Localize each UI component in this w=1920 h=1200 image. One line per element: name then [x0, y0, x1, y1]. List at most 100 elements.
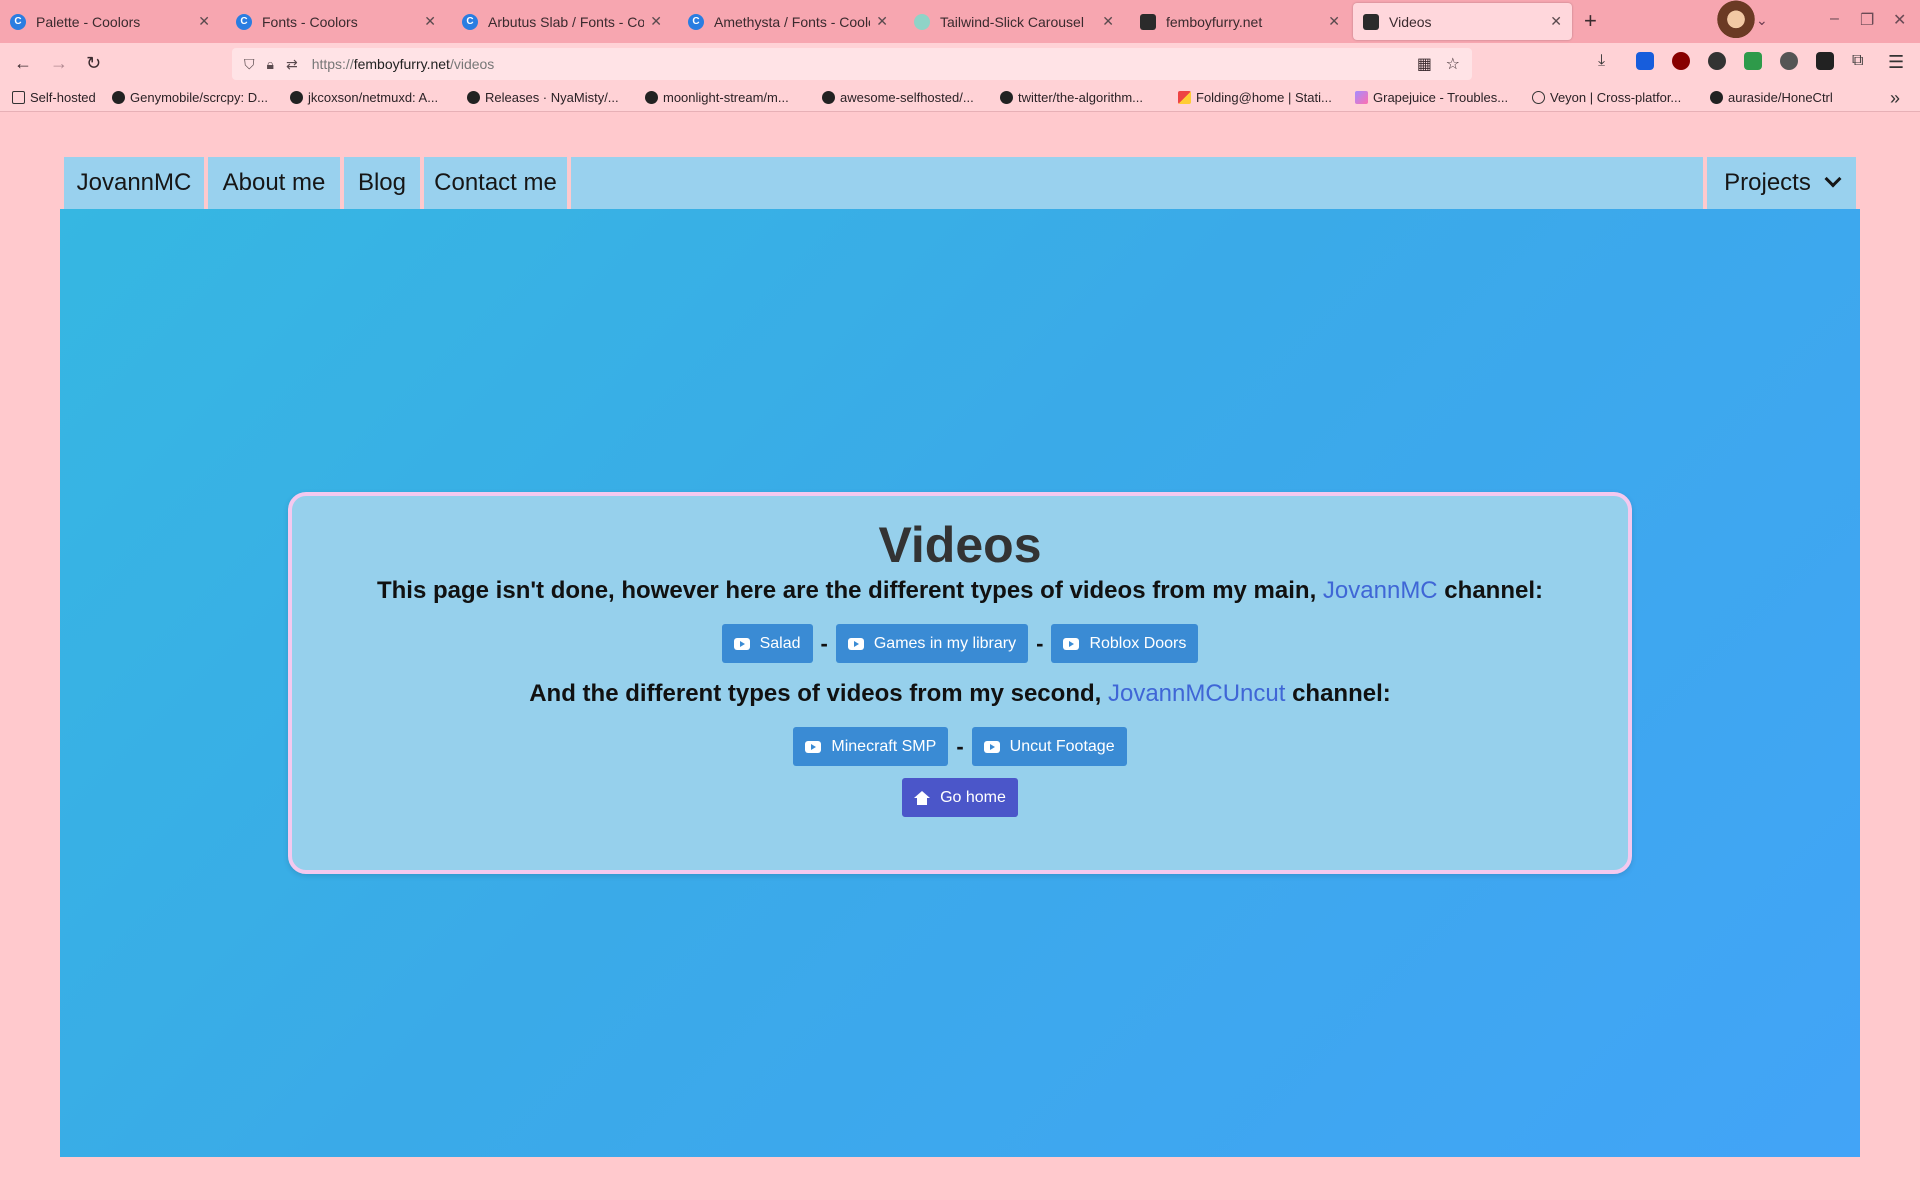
- site-favicon-icon: [1363, 13, 1379, 30]
- bookmark-label: Genymobile/scrcpy: D...: [130, 90, 268, 105]
- new-tab-icon[interactable]: +: [1584, 8, 1597, 34]
- nav-about-label: About me: [222, 169, 326, 196]
- tab-femboyfurry[interactable]: femboyfurry.net ✕: [1130, 3, 1350, 40]
- main-channel-text: This page isn't done, however here are t…: [292, 576, 1628, 606]
- github-icon: [1000, 91, 1013, 104]
- bookmark-star-icon[interactable]: ☆: [1446, 54, 1460, 74]
- chevron-down-icon[interactable]: ⌄: [1756, 12, 1768, 29]
- close-icon[interactable]: ✕: [424, 13, 436, 30]
- bookmarks-overflow-icon[interactable]: »: [1890, 88, 1900, 109]
- coolors-icon: C: [462, 13, 478, 30]
- profile-avatar[interactable]: [1716, 0, 1756, 43]
- tab-title: Palette - Coolors: [36, 13, 141, 30]
- bookmark-item[interactable]: Grapejuice - Troubles...: [1355, 90, 1508, 105]
- bookmark-item[interactable]: Folding@home | Stati...: [1178, 90, 1332, 105]
- github-icon: [1710, 91, 1723, 104]
- page-title: Videos: [878, 517, 1042, 573]
- close-icon[interactable]: ✕: [650, 13, 662, 30]
- extension-grid-icon[interactable]: [1816, 52, 1834, 70]
- tab-amethysta[interactable]: C Amethysta / Fonts - Coolors ✕: [678, 3, 898, 40]
- nav-projects-label: Projects: [1724, 169, 1811, 196]
- extension-translate-icon[interactable]: [1780, 52, 1798, 70]
- roblox-doors-button[interactable]: Roblox Doors: [1051, 624, 1199, 663]
- close-icon[interactable]: ✕: [1102, 13, 1114, 30]
- shield-icon[interactable]: ⛉: [244, 56, 255, 73]
- reload-icon[interactable]: ↻: [86, 53, 101, 74]
- uncut-footage-button[interactable]: Uncut Footage: [971, 727, 1127, 766]
- site-favicon-icon: [1140, 13, 1156, 30]
- second-channel-link[interactable]: JovannMCUncut: [1108, 680, 1285, 707]
- bookmark-item[interactable]: auraside/HoneCtrl: [1710, 90, 1833, 105]
- coolors-icon: C: [10, 13, 26, 30]
- close-icon[interactable]: ✕: [1550, 13, 1562, 30]
- second-intro-suffix: channel:: [1285, 680, 1391, 707]
- extension-icon[interactable]: [1708, 52, 1726, 70]
- tab-fonts[interactable]: C Fonts - Coolors ✕: [226, 3, 446, 40]
- back-icon[interactable]: ←: [14, 53, 32, 74]
- tab-title: Tailwind-Slick Carousel: [940, 13, 1084, 30]
- bookmark-folder[interactable]: Self-hosted: [12, 90, 96, 105]
- bookmark-label: moonlight-stream/m...: [663, 90, 789, 105]
- minecraft-smp-button[interactable]: Minecraft SMP: [793, 727, 949, 766]
- intro-suffix: channel:: [1437, 577, 1543, 604]
- nav-about[interactable]: About me: [208, 157, 344, 209]
- close-icon[interactable]: ✕: [198, 13, 210, 30]
- menu-icon[interactable]: ☰: [1888, 52, 1906, 72]
- youtube-icon: [847, 637, 864, 650]
- qr-code-icon[interactable]: ▦: [1417, 54, 1432, 74]
- nav-blog-label: Blog: [357, 169, 407, 196]
- second-channel-text: And the different types of videos from m…: [292, 679, 1628, 709]
- youtube-icon: [733, 637, 750, 650]
- bookmark-item[interactable]: awesome-selfhosted/...: [822, 90, 974, 105]
- bookmark-label: Self-hosted: [30, 90, 96, 105]
- url-text[interactable]: https://femboyfurry.net/videos: [312, 56, 495, 72]
- bookmark-item[interactable]: Releases · NyaMisty/...: [467, 90, 619, 105]
- button-label: Uncut Footage: [1009, 737, 1115, 755]
- url-host: femboyfurry.net: [353, 56, 450, 72]
- button-label: Go home: [940, 788, 1006, 806]
- puzzle-icon[interactable]: ⧉: [1852, 52, 1870, 70]
- minimize-icon[interactable]: –: [1830, 10, 1839, 28]
- games-in-my-library-button[interactable]: Games in my library: [835, 624, 1029, 663]
- extension-green-icon[interactable]: [1744, 52, 1762, 70]
- bookmark-label: auraside/HoneCtrl: [1728, 90, 1833, 105]
- close-window-icon[interactable]: ✕: [1893, 10, 1906, 30]
- github-icon: [467, 91, 480, 104]
- permissions-icon[interactable]: ⇄: [286, 56, 298, 73]
- nav-projects-dropdown[interactable]: Projects: [1703, 157, 1856, 209]
- openai-icon: [914, 13, 930, 30]
- address-bar[interactable]: ⛉ 🔒︎ ⇄ https://femboyfurry.net/videos ▦ …: [232, 48, 1472, 80]
- bookmark-label: Folding@home | Stati...: [1196, 90, 1332, 105]
- nav-contact[interactable]: Contact me: [424, 157, 571, 209]
- main-channel-link[interactable]: JovannMC: [1323, 577, 1438, 604]
- tab-title: Fonts - Coolors: [262, 13, 358, 30]
- github-icon: [112, 91, 125, 104]
- close-icon[interactable]: ✕: [1328, 13, 1340, 30]
- go-home-button[interactable]: Go home: [902, 778, 1018, 817]
- salad-button[interactable]: Salad: [721, 624, 813, 663]
- downloads-icon[interactable]: ⤓: [1598, 52, 1616, 70]
- second-intro-text: And the different types of videos from m…: [529, 680, 1108, 707]
- tab-arbutus[interactable]: C Arbutus Slab / Fonts - Coolors ✕: [452, 3, 672, 40]
- forward-icon[interactable]: →: [50, 53, 68, 74]
- nav-brand-label: JovannMC: [76, 169, 192, 196]
- url-scheme: https://: [311, 56, 354, 72]
- nav-brand[interactable]: JovannMC: [64, 157, 208, 209]
- lock-icon[interactable]: 🔒︎: [267, 56, 274, 73]
- tab-tailwind[interactable]: Tailwind-Slick Carousel ✕: [904, 3, 1124, 40]
- button-label: Salad: [759, 634, 801, 652]
- bookmark-item[interactable]: twitter/the-algorithm...: [1000, 90, 1143, 105]
- bookmark-item[interactable]: Genymobile/scrcpy: D...: [112, 90, 268, 105]
- bitwarden-icon[interactable]: [1636, 52, 1654, 70]
- youtube-icon: [1063, 637, 1080, 650]
- close-icon[interactable]: ✕: [876, 13, 888, 30]
- bookmark-item[interactable]: jkcoxson/netmuxd: A...: [290, 90, 438, 105]
- nav-blog[interactable]: Blog: [344, 157, 424, 209]
- tab-palette[interactable]: C Palette - Coolors ✕: [0, 3, 220, 40]
- tab-title: Amethysta / Fonts - Coolors: [714, 13, 871, 30]
- bookmark-item[interactable]: Veyon | Cross-platfor...: [1532, 90, 1681, 105]
- bookmark-item[interactable]: moonlight-stream/m...: [645, 90, 789, 105]
- restore-icon[interactable]: ❐: [1860, 10, 1874, 30]
- tab-videos[interactable]: Videos ✕: [1353, 3, 1572, 40]
- ublock-icon[interactable]: [1672, 52, 1690, 70]
